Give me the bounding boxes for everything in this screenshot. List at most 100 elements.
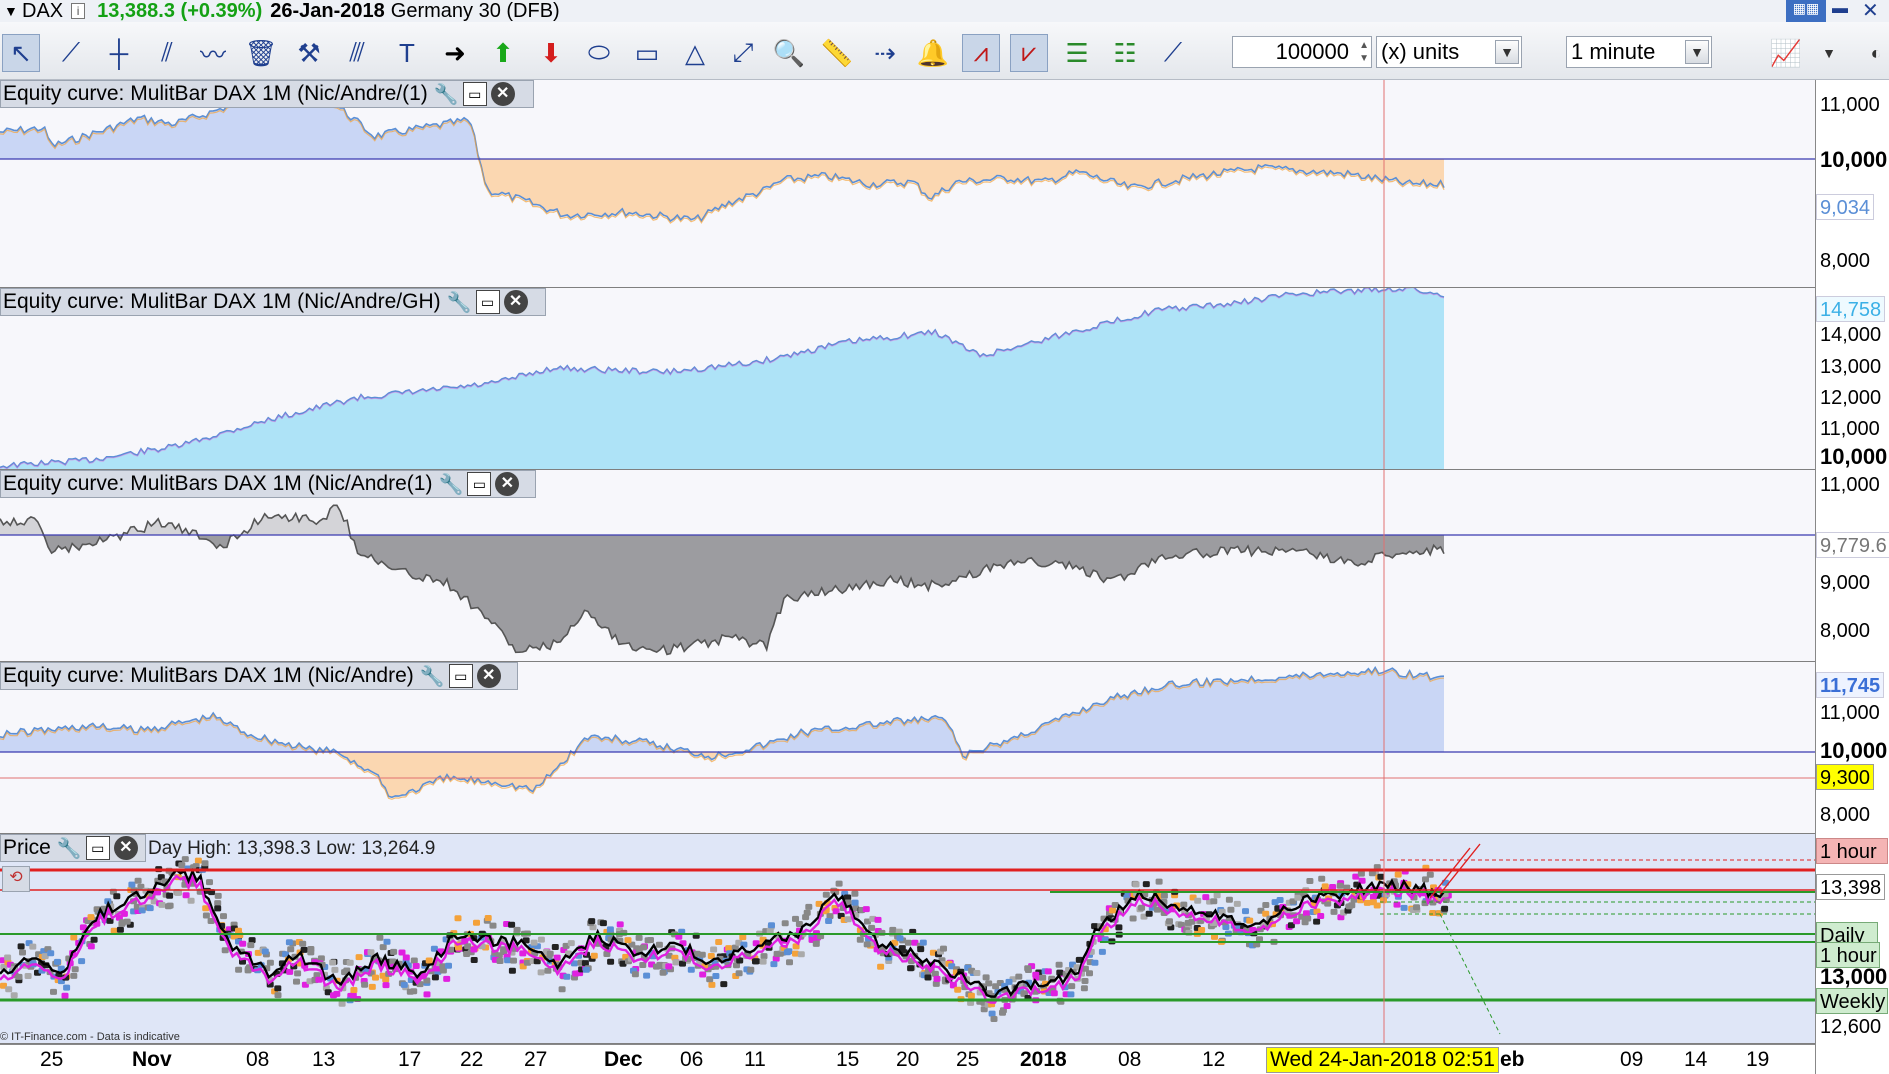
price-marker xyxy=(1039,974,1047,981)
price-marker xyxy=(874,916,882,923)
arrow-up-icon[interactable]: ⬆ xyxy=(484,34,522,72)
price-marker xyxy=(110,927,118,934)
ruler-icon[interactable]: 📏 xyxy=(818,34,856,72)
wrench-icon[interactable]: 🔧 xyxy=(447,290,472,315)
fibonacci-tool-icon[interactable]: ☰ xyxy=(1058,34,1096,72)
price-marker xyxy=(1160,892,1168,899)
trash-icon[interactable]: 🗑 xyxy=(242,34,280,72)
equity-panel-3[interactable]: Equity curve: MulitBars DAX 1M (Nic/Andr… xyxy=(0,470,1815,662)
channel-tool-icon[interactable]: ⫻ xyxy=(338,34,376,72)
price-marker xyxy=(877,963,885,970)
expand-tool-icon[interactable]: ⤢ xyxy=(724,34,762,72)
zoom-icon[interactable]: 🔍 xyxy=(770,34,808,72)
fan-tool-icon[interactable]: ☷ xyxy=(1106,34,1144,72)
expand-sidebar-icon[interactable]: ◐ xyxy=(1864,34,1888,72)
price-marker xyxy=(616,921,624,928)
info-icon[interactable]: i xyxy=(71,3,86,19)
price-marker xyxy=(1400,904,1408,911)
minimize-icon[interactable]: ▬ xyxy=(1832,0,1858,22)
equity-panel-1[interactable]: Equity curve: MulitBar DAX 1M (Nic/Andre… xyxy=(0,80,1815,288)
close-icon[interactable]: ✕ xyxy=(490,82,515,106)
equity-panel-2[interactable]: Equity curve: MulitBar DAX 1M (Nic/Andre… xyxy=(0,288,1815,470)
arrow-down-icon[interactable]: ⬇ xyxy=(532,34,570,72)
price-marker xyxy=(797,951,805,958)
window-icon[interactable]: ▭ xyxy=(475,290,500,314)
axis-tag-panel-2: 14,758 xyxy=(1816,296,1886,322)
trend-down-indicator-icon[interactable]: ⩘ xyxy=(962,34,1000,72)
date-label: 14 xyxy=(1684,1048,1708,1071)
trend-up-indicator-icon[interactable]: ⩗ xyxy=(1010,34,1048,72)
window-icon[interactable]: ▭ xyxy=(467,472,492,496)
price-marker xyxy=(725,945,733,952)
wrench-icon[interactable]: 🔧 xyxy=(434,82,459,107)
price-marker xyxy=(29,943,37,950)
spinner-icon[interactable]: ▲ ▼ xyxy=(1359,39,1369,65)
chevron-down-icon[interactable]: ▼ xyxy=(1685,40,1709,64)
equity-panel-4[interactable]: Equity curve: MulitBars DAX 1M (Nic/Andr… xyxy=(0,662,1815,834)
price-marker xyxy=(400,981,408,988)
window-icon[interactable]: ▭ xyxy=(85,836,110,860)
horizontal-line-tool-icon[interactable]: ⇢ xyxy=(866,34,904,72)
rectangle-tool-icon[interactable]: ▭ xyxy=(628,34,666,72)
window-icon[interactable]: ▭ xyxy=(462,82,487,106)
arrow-right-icon[interactable]: ➜ xyxy=(436,34,474,72)
window-icon[interactable]: ▭ xyxy=(448,664,473,688)
price-marker xyxy=(24,973,32,979)
price-marker xyxy=(510,957,517,964)
cursor-date-label: Wed 24-Jan-2018 02:51 xyxy=(1266,1047,1499,1073)
price-marker xyxy=(868,924,876,931)
price-marker xyxy=(294,970,302,977)
wrench-icon[interactable]: 🔧 xyxy=(420,664,445,689)
ellipse-tool-icon[interactable]: ⬭ xyxy=(580,34,618,72)
date-label: 19 xyxy=(1746,1048,1770,1071)
quantity-input[interactable]: 100000 ▲ ▼ xyxy=(1232,36,1372,68)
price-marker xyxy=(933,975,941,982)
price-marker xyxy=(706,976,714,983)
price-marker xyxy=(1138,904,1146,911)
date-label: 08 xyxy=(1118,1048,1142,1071)
close-window-icon[interactable]: ✕ xyxy=(1862,0,1888,22)
parallel-lines-tool-icon[interactable]: ⫽ xyxy=(148,34,186,72)
price-marker xyxy=(647,937,654,943)
price-marker xyxy=(624,937,632,944)
price-marker xyxy=(1080,985,1088,992)
price-marker xyxy=(266,959,274,966)
price-panel[interactable]: Price 🔧 ▭ ✕ ⟲ Day High: 13,398.3 Low: 13… xyxy=(0,834,1815,1044)
price-marker xyxy=(10,992,18,999)
regression-tool-icon[interactable]: ⟋ xyxy=(1154,34,1192,72)
zigzag-tool-icon[interactable]: 〰 xyxy=(194,34,232,72)
axis-current-price: 13,398 xyxy=(1816,874,1886,900)
wrench-icon[interactable]: 🔧 xyxy=(438,472,463,497)
tools-icon[interactable]: ⚒ xyxy=(290,34,328,72)
close-icon[interactable]: ✕ xyxy=(503,290,528,314)
price-marker xyxy=(631,971,639,978)
timeframe-select[interactable]: 1 minute ▼ xyxy=(1566,36,1712,68)
symbol-label[interactable]: DAX xyxy=(22,0,63,23)
drawing-toolbar: ↖ ⟋ ┼ ⫽ 〰 🗑 ⚒ ⫻ T ➜ ⬆ ⬇ ⬭ ▭ △ ⤢ 🔍 📏 ⇢ 🔔 … xyxy=(0,22,1889,80)
price-marker xyxy=(274,992,282,999)
date-label: 09 xyxy=(1620,1048,1644,1071)
line-tool-icon[interactable]: ⟋ xyxy=(52,34,90,72)
price-axis[interactable]: 11,000 10,000 9,034 8,000 14,758 14,000 … xyxy=(1815,80,1889,1074)
price-marker xyxy=(293,978,300,985)
price-refresh-icon[interactable]: ⟲ xyxy=(2,866,30,892)
close-icon[interactable]: ✕ xyxy=(476,664,501,688)
axis-label: 10,000 xyxy=(1820,738,1888,763)
units-select[interactable]: (x) units ▼ xyxy=(1376,36,1522,68)
vertical-line-tool-icon[interactable]: ┼ xyxy=(100,34,138,72)
keyboard-icon[interactable]: ▦▦ xyxy=(1786,0,1826,22)
triangle-tool-icon[interactable]: △ xyxy=(676,34,714,72)
close-icon[interactable]: ✕ xyxy=(113,836,138,860)
chevron-down-icon[interactable]: ▼ xyxy=(1818,34,1840,72)
axis-label: 11,000 xyxy=(1820,94,1880,116)
close-icon[interactable]: ✕ xyxy=(495,472,520,496)
wrench-icon[interactable]: 🔧 xyxy=(57,836,82,861)
alert-bell-icon[interactable]: 🔔 xyxy=(914,34,952,72)
chevron-down-icon[interactable]: ▼ xyxy=(4,3,18,19)
text-tool-icon[interactable]: T xyxy=(388,34,426,72)
pointer-tool-icon[interactable]: ↖ xyxy=(2,34,40,72)
add-indicator-icon[interactable]: 📈 xyxy=(1756,34,1816,72)
axis-label: 8,000 xyxy=(1820,250,1871,272)
chevron-down-icon[interactable]: ▼ xyxy=(1495,40,1519,64)
date-axis[interactable]: 25 Nov 08 13 17 22 27 Dec 06 11 15 20 25… xyxy=(0,1044,1815,1074)
